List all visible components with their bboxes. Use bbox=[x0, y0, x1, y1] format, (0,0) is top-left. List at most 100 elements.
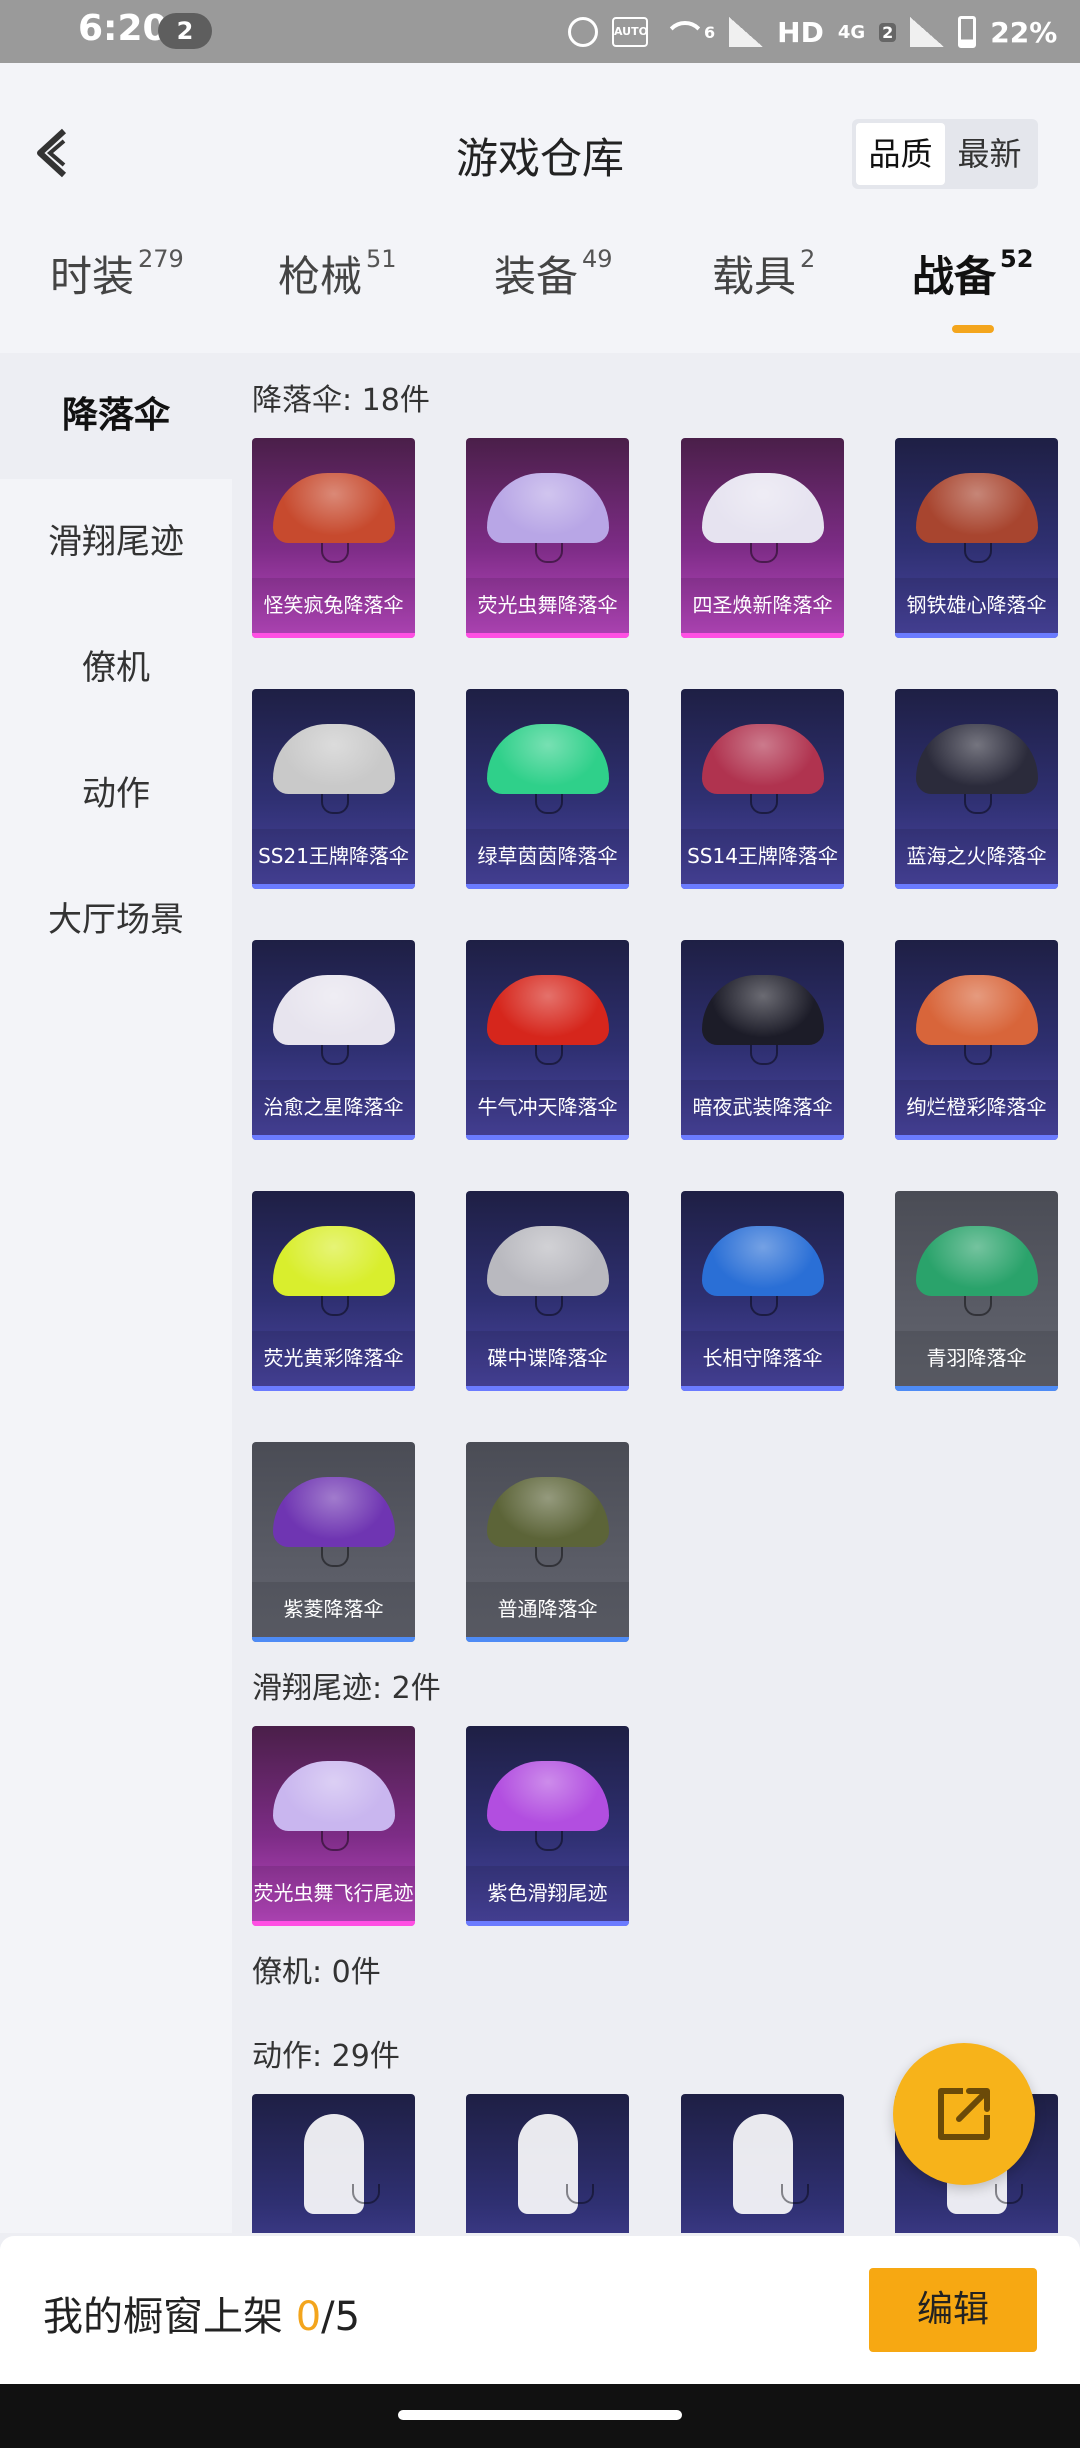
item-card[interactable]: 绿草茵茵降落伞 bbox=[466, 689, 629, 889]
showcase-bar: 我的橱窗上架 0/5 编辑 bbox=[0, 2236, 1080, 2384]
item-card[interactable]: 钢铁雄心降落伞 bbox=[895, 438, 1058, 638]
rarity-bar bbox=[466, 633, 629, 638]
rarity-bar bbox=[895, 1135, 1058, 1140]
item-image bbox=[895, 689, 1058, 829]
item-image bbox=[466, 2094, 629, 2233]
item-card[interactable]: 荧光黄彩降落伞 bbox=[252, 1191, 415, 1391]
parachute-icon bbox=[272, 1477, 395, 1567]
rarity-bar bbox=[681, 633, 844, 638]
parachute-icon bbox=[915, 975, 1038, 1065]
tab-label: 枪械 bbox=[278, 252, 363, 301]
status-icons: AUTO 6 HD 4G 2 22% bbox=[568, 12, 1057, 52]
item-card[interactable]: 荧光虫舞降落伞 bbox=[466, 438, 629, 638]
tab-count: 49 bbox=[582, 245, 613, 273]
item-name: 青羽降落伞 bbox=[895, 1331, 1058, 1386]
status-time: 6:20 bbox=[78, 8, 168, 49]
notification-badge: 2 bbox=[158, 13, 212, 49]
share-button[interactable] bbox=[893, 2043, 1035, 2185]
signal-icon bbox=[729, 17, 764, 47]
wifi-badge: 6 bbox=[704, 22, 716, 42]
item-card[interactable]: 荧光虫舞飞行尾迹 bbox=[252, 1726, 415, 1926]
item-card[interactable]: 四圣焕新降落伞 bbox=[681, 438, 844, 638]
sidebar-item-emote[interactable]: 动作 bbox=[0, 731, 232, 857]
category-tabs: 时装 279 枪械 51 装备 49 载具 2 战备 52 bbox=[0, 243, 1080, 353]
rarity-bar bbox=[895, 1386, 1058, 1391]
rarity-bar bbox=[466, 1637, 629, 1642]
rarity-bar bbox=[895, 884, 1058, 889]
item-card[interactable]: 治愈之星降落伞 bbox=[252, 940, 415, 1140]
item-card[interactable] bbox=[252, 2094, 415, 2233]
item-card[interactable]: 蓝海之火降落伞 bbox=[895, 689, 1058, 889]
item-card[interactable]: 牛气冲天降落伞 bbox=[466, 940, 629, 1140]
tab-battle-gear[interactable]: 战备 52 bbox=[912, 243, 1033, 353]
sidebar-item-glide-trail[interactable]: 滑翔尾迹 bbox=[0, 479, 232, 605]
parachute-icon bbox=[272, 473, 395, 563]
item-card[interactable]: SS14王牌降落伞 bbox=[681, 689, 844, 889]
emote-figure-icon bbox=[517, 2114, 594, 2214]
item-card[interactable] bbox=[466, 2094, 629, 2233]
parachute-icon bbox=[272, 975, 395, 1065]
item-card[interactable]: 紫色滑翔尾迹 bbox=[466, 1726, 629, 1926]
tab-costume[interactable]: 时装 279 bbox=[50, 243, 184, 353]
item-card[interactable]: 青羽降落伞 bbox=[895, 1191, 1058, 1391]
rarity-bar bbox=[466, 1921, 629, 1926]
item-card[interactable]: 怪笑疯兔降落伞 bbox=[252, 438, 415, 638]
item-card[interactable]: 普通降落伞 bbox=[466, 1442, 629, 1642]
showcase-total-count: /5 bbox=[321, 2294, 361, 2340]
sort-option-newest[interactable]: 最新 bbox=[945, 123, 1034, 185]
item-card[interactable] bbox=[681, 2094, 844, 2233]
rarity-bar bbox=[252, 1637, 415, 1642]
rarity-bar bbox=[252, 884, 415, 889]
parachute-icon bbox=[272, 1226, 395, 1316]
parachute-icon bbox=[272, 724, 395, 814]
sort-option-quality[interactable]: 品质 bbox=[856, 123, 945, 185]
tab-count: 52 bbox=[1000, 245, 1034, 273]
system-nav-bar bbox=[0, 2384, 1080, 2448]
tab-label: 时装 bbox=[50, 252, 135, 301]
edit-button[interactable]: 编辑 bbox=[869, 2268, 1037, 2352]
rarity-bar bbox=[252, 1135, 415, 1140]
rarity-bar bbox=[252, 1386, 415, 1391]
rarity-bar bbox=[681, 1386, 844, 1391]
item-image bbox=[895, 438, 1058, 578]
item-image bbox=[895, 1191, 1058, 1331]
rarity-bar bbox=[681, 1135, 844, 1140]
emote-figure-icon bbox=[732, 2114, 809, 2214]
rarity-bar bbox=[252, 1921, 415, 1926]
item-image bbox=[252, 1442, 415, 1582]
sidebar-item-parachute[interactable]: 降落伞 bbox=[0, 353, 232, 479]
rarity-bar bbox=[895, 633, 1058, 638]
tab-label: 载具 bbox=[712, 252, 797, 301]
item-name: 碟中谍降落伞 bbox=[466, 1331, 629, 1386]
battery-icon bbox=[958, 16, 977, 48]
tab-count: 51 bbox=[366, 245, 397, 273]
item-card[interactable]: SS21王牌降落伞 bbox=[252, 689, 415, 889]
tab-weapons[interactable]: 枪械 51 bbox=[278, 243, 397, 353]
item-image bbox=[466, 1191, 629, 1331]
item-grid: 降落伞: 18件 滑翔尾迹: 2件 僚机: 0件 动作: 29件 怪笑疯兔降落伞… bbox=[232, 353, 1080, 2233]
tab-equipment[interactable]: 装备 49 bbox=[494, 243, 613, 353]
tab-vehicles[interactable]: 载具 2 bbox=[712, 243, 815, 353]
item-name: SS21王牌降落伞 bbox=[252, 829, 415, 884]
item-card[interactable]: 绚烂橙彩降落伞 bbox=[895, 940, 1058, 1140]
tab-label: 战备 bbox=[912, 252, 997, 301]
showcase-status: 我的橱窗上架 0/5 bbox=[43, 2284, 360, 2342]
sidebar-item-lobby-scene[interactable]: 大厅场景 bbox=[0, 857, 232, 983]
item-image bbox=[252, 940, 415, 1080]
showcase-label: 我的橱窗上架 bbox=[43, 2294, 296, 2340]
sort-toggle: 品质 最新 bbox=[852, 119, 1038, 189]
home-handle[interactable] bbox=[398, 2410, 682, 2420]
tab-count: 2 bbox=[800, 245, 816, 273]
item-card[interactable]: 暗夜武装降落伞 bbox=[681, 940, 844, 1140]
item-card[interactable]: 碟中谍降落伞 bbox=[466, 1191, 629, 1391]
parachute-icon bbox=[701, 1226, 824, 1316]
item-image bbox=[466, 438, 629, 578]
item-card[interactable]: 长相守降落伞 bbox=[681, 1191, 844, 1391]
section-title-wingman: 僚机: 0件 bbox=[252, 1955, 381, 1990]
item-card[interactable]: 紫菱降落伞 bbox=[252, 1442, 415, 1642]
parachute-icon bbox=[486, 975, 609, 1065]
parachute-icon bbox=[915, 1226, 1038, 1316]
parachute-icon bbox=[701, 724, 824, 814]
sidebar-item-wingman[interactable]: 僚机 bbox=[0, 605, 232, 731]
rarity-bar bbox=[466, 884, 629, 889]
